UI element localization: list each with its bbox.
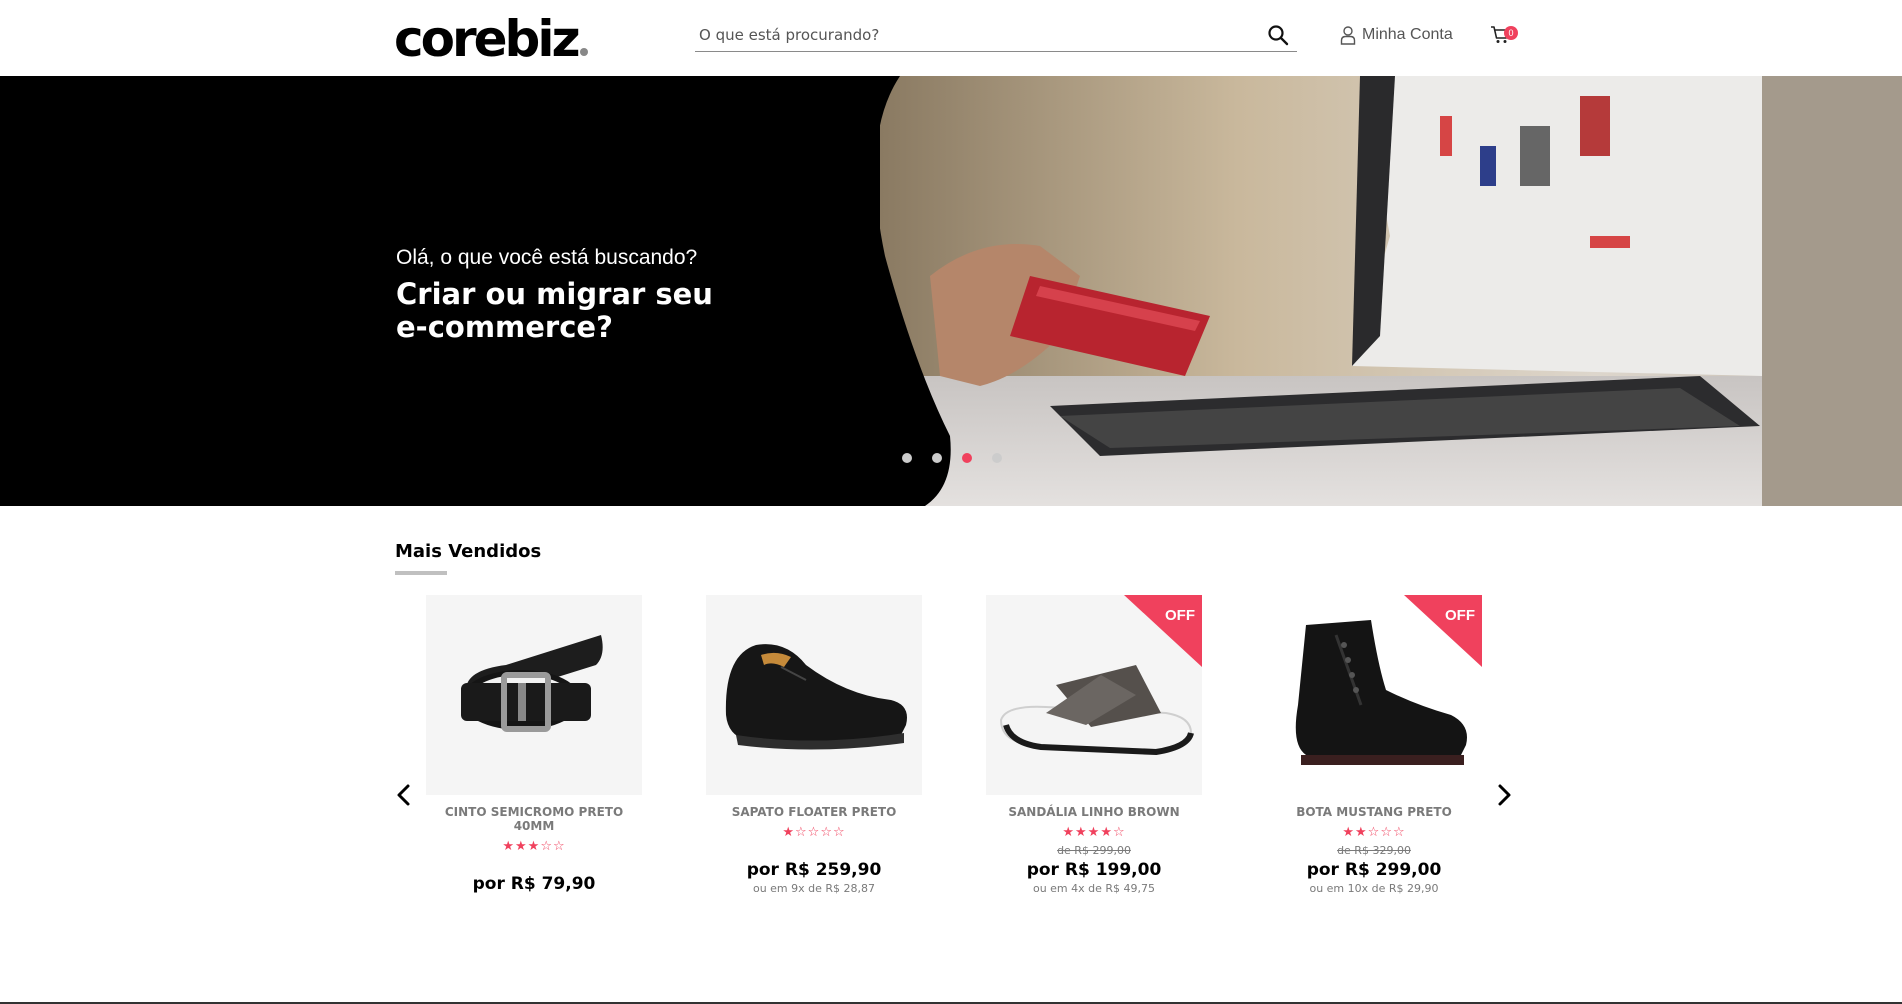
off-label: OFF: [1445, 607, 1475, 624]
search-input[interactable]: [699, 22, 1259, 48]
star-empty-icon: ☆: [540, 839, 553, 854]
product-image[interactable]: OFF: [1266, 595, 1482, 795]
product-rating: ★★☆☆☆: [1266, 825, 1482, 840]
star-filled-icon: ★: [1355, 825, 1368, 840]
product-name: SAPATO FLOATER PRETO: [731, 805, 897, 819]
product-old-price: [706, 844, 922, 858]
banner-image: [0, 76, 1902, 506]
product-price: por R$ 299,00: [1306, 860, 1442, 880]
search-bar: [695, 20, 1297, 52]
cart-button[interactable]: 0: [1490, 22, 1522, 48]
search-icon: [1268, 25, 1289, 46]
product-card[interactable]: CINTO SEMICROMO PRETO 40MM ★★★☆☆ por R$ …: [426, 595, 642, 915]
star-empty-icon: ☆: [1380, 825, 1393, 840]
product-installments: ou em 4x de R$ 49,75: [1032, 882, 1156, 895]
chevron-right-icon: [1498, 784, 1511, 806]
product-rating: ★☆☆☆☆: [706, 825, 922, 840]
star-empty-icon: ☆: [552, 839, 566, 854]
star-filled-icon: ★: [1342, 825, 1356, 840]
product-rating: ★★★★☆: [986, 825, 1202, 840]
logo-dot: [579, 48, 588, 56]
product-name: CINTO SEMICROMO PRETO 40MM: [444, 805, 624, 833]
banner-text: Olá, o que você está buscando? Criar ou …: [396, 246, 716, 344]
product-image[interactable]: OFF: [986, 595, 1202, 795]
my-account-label: Minha Conta: [1362, 26, 1453, 43]
corebiz-logo[interactable]: corebiz: [394, 14, 588, 64]
product-image[interactable]: [426, 595, 642, 795]
section-underline: [395, 571, 447, 575]
star-empty-icon: ☆: [807, 825, 821, 840]
product-price: por R$ 79,90: [472, 874, 596, 894]
banner-dot-4[interactable]: [992, 453, 1002, 463]
product-old-price: [426, 858, 642, 872]
off-label: OFF: [1165, 607, 1195, 624]
hero-banner: Olá, o que você está buscando? Criar ou …: [0, 76, 1902, 506]
my-account-link[interactable]: Minha Conta: [1340, 22, 1453, 48]
search-button[interactable]: [1267, 24, 1291, 48]
carousel-next-button[interactable]: [1492, 780, 1516, 810]
banner-dot-2[interactable]: [932, 453, 942, 463]
star-empty-icon: ☆: [1367, 825, 1381, 840]
off-ribbon: [1404, 595, 1482, 667]
site-header: corebiz Minha Conta 0: [0, 0, 1902, 76]
product-image[interactable]: [706, 595, 922, 795]
banner-dot-3[interactable]: [962, 453, 972, 463]
product-rating: ★★★☆☆: [426, 839, 642, 854]
chevron-left-icon: [397, 784, 410, 806]
belt-image: [461, 635, 603, 732]
banner-pagination: [902, 453, 1002, 463]
product-installments: ou em 9x de R$ 28,87: [752, 882, 876, 895]
product-installments: ou em 10x de R$ 29,90: [1309, 882, 1439, 895]
star-filled-icon: ★: [515, 839, 528, 854]
banner-title: Criar ou migrar seu e-commerce?: [396, 277, 713, 344]
carousel-prev-button[interactable]: [392, 780, 416, 810]
product-card[interactable]: OFF BOTA MUSTANG PRETO ★★☆☆☆ de R$ 329,0…: [1266, 595, 1482, 915]
star-empty-icon: ☆: [1392, 825, 1406, 840]
product-name: BOTA MUSTANG PRETO: [1296, 805, 1452, 819]
shoe-image: [725, 644, 907, 750]
logo-text: corebiz: [394, 10, 581, 68]
star-empty-icon: ☆: [1112, 825, 1126, 840]
product-card[interactable]: SAPATO FLOATER PRETO ★☆☆☆☆ por R$ 259,90…: [706, 595, 922, 915]
star-filled-icon: ★: [527, 839, 541, 854]
star-filled-icon: ★: [1100, 825, 1113, 840]
section-title: Mais Vendidos: [395, 541, 542, 562]
product-price: por R$ 259,90: [746, 860, 882, 880]
star-filled-icon: ★: [1062, 825, 1076, 840]
product-old-price: de R$ 329,00: [1337, 844, 1411, 857]
product-name: SANDÁLIA LINHO BROWN: [1008, 805, 1180, 819]
star-empty-icon: ☆: [795, 825, 808, 840]
user-icon: [1340, 26, 1356, 45]
off-ribbon: [1124, 595, 1202, 667]
product-old-price: de R$ 299,00: [1057, 844, 1131, 857]
star-filled-icon: ★: [782, 825, 796, 840]
product-card[interactable]: OFF SANDÁLIA LINHO BROWN ★★★★☆ de R$ 299…: [986, 595, 1202, 915]
star-empty-icon: ☆: [820, 825, 833, 840]
star-filled-icon: ★: [1087, 825, 1101, 840]
star-empty-icon: ☆: [832, 825, 846, 840]
banner-dot-1[interactable]: [902, 453, 912, 463]
banner-subtitle: Olá, o que você está buscando?: [396, 246, 698, 269]
cart-count-badge: 0: [1504, 26, 1518, 40]
star-filled-icon: ★: [1075, 825, 1088, 840]
product-price: por R$ 199,00: [1026, 860, 1162, 880]
star-filled-icon: ★: [502, 839, 516, 854]
